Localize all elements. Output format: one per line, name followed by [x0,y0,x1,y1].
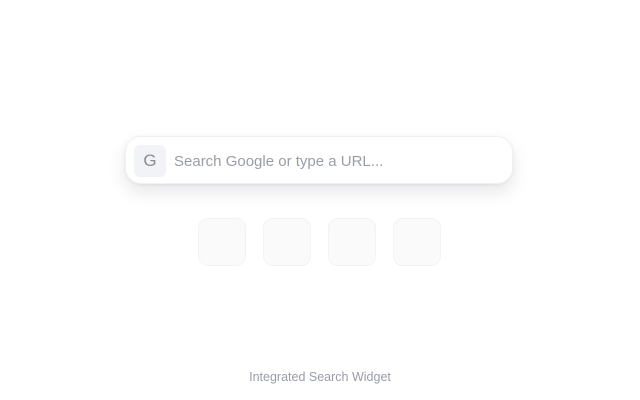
footer-caption: Integrated Search Widget [249,370,391,384]
search-bar: G [125,136,513,184]
search-engine-g-icon[interactable]: G [134,145,166,177]
shortcut-tile-1[interactable] [198,218,246,266]
shortcut-tile-3[interactable] [328,218,376,266]
search-input[interactable] [174,145,500,177]
shortcut-tile-4[interactable] [393,218,441,266]
shortcut-tile-2[interactable] [263,218,311,266]
new-tab-page: G Integrated Search Widget [0,0,640,400]
